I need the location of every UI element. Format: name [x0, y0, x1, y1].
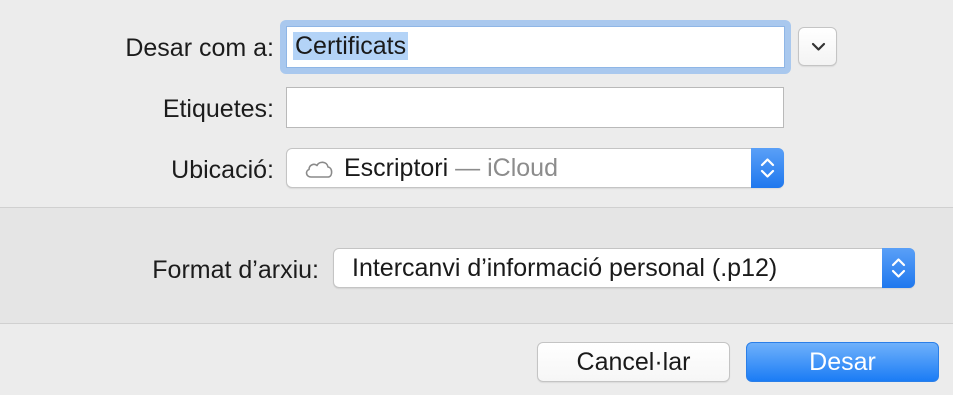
- format-accessory-section: Format d’arxiu: Intercanvi d’informació …: [0, 207, 953, 324]
- chevron-down-icon: [811, 42, 826, 51]
- expand-dialog-button[interactable]: [798, 27, 837, 66]
- tags-input[interactable]: [286, 87, 784, 128]
- file-format-popup[interactable]: Intercanvi d’informació personal (.p12): [333, 248, 915, 288]
- tags-label: Etiquetes:: [162, 95, 274, 123]
- file-format-value: Intercanvi d’informació personal (.p12): [352, 254, 778, 282]
- location-popup[interactable]: Escriptori — iCloud: [286, 148, 784, 188]
- save-dialog: Desar com a: Certificats Etiquetes: Ubic…: [0, 0, 953, 395]
- save-as-value: Certificats: [293, 32, 409, 60]
- cloud-icon: [305, 161, 333, 178]
- up-down-arrows-icon: [891, 258, 906, 278]
- save-as-input[interactable]: Certificats: [286, 26, 785, 68]
- save-options-section: Desar com a: Certificats Etiquetes: Ubic…: [0, 0, 953, 207]
- up-down-arrows-icon: [760, 158, 775, 178]
- location-folder: Escriptori: [344, 154, 449, 182]
- cancel-button[interactable]: Cancel·lar: [537, 342, 730, 382]
- file-format-label: Format d’arxiu:: [152, 256, 319, 284]
- save-button[interactable]: Desar: [746, 342, 939, 382]
- location-provider: iCloud: [487, 154, 558, 182]
- location-separator: —: [455, 154, 481, 182]
- location-label: Ubicació:: [171, 156, 274, 184]
- location-stepper: [751, 148, 784, 188]
- file-format-stepper: [882, 248, 915, 288]
- save-as-label: Desar com a:: [125, 34, 274, 62]
